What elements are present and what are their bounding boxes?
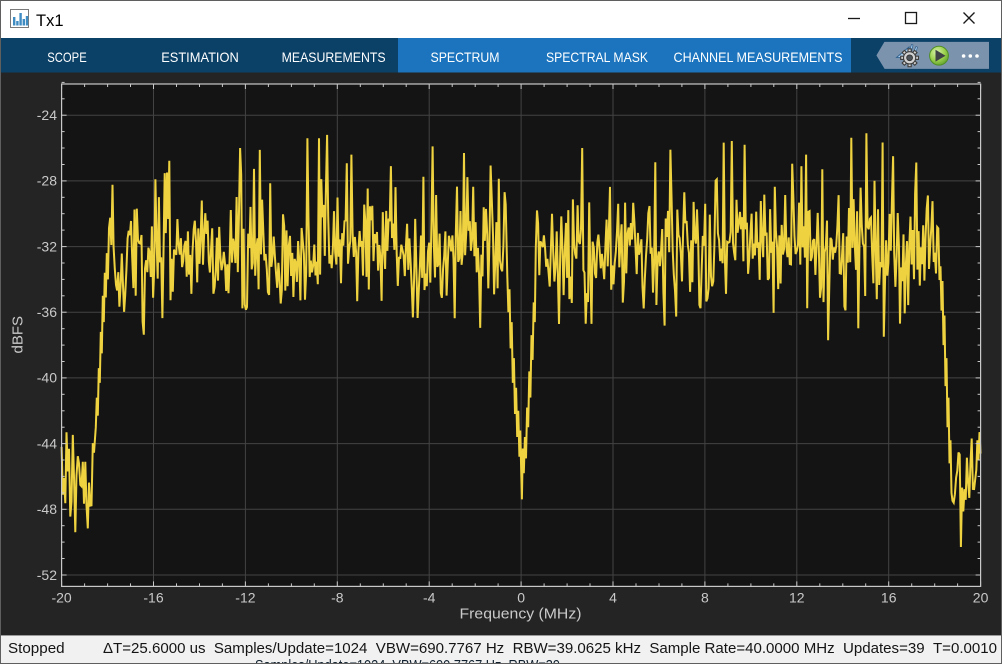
svg-text:8: 8: [701, 590, 709, 606]
svg-text:-4: -4: [423, 590, 436, 606]
svg-text:4: 4: [609, 590, 617, 606]
svg-text:-32: -32: [37, 238, 57, 254]
svg-text:-8: -8: [331, 590, 344, 606]
svg-text:CHANNEL MEASUREMENTS: CHANNEL MEASUREMENTS: [674, 50, 843, 65]
svg-text:-24: -24: [37, 107, 57, 123]
svg-text:ΔT=25.6000 us Samples/Update=: ΔT=25.6000 us Samples/Update=1024 VBW=69…: [103, 640, 997, 657]
svg-text:dBFS: dBFS: [9, 316, 26, 354]
svg-text:12: 12: [789, 590, 805, 606]
svg-text:-52: -52: [37, 567, 57, 583]
svg-text:Stopped: Stopped: [8, 640, 65, 657]
svg-text:ESTIMATION: ESTIMATION: [161, 50, 239, 65]
svg-text:-12: -12: [235, 590, 255, 606]
svg-text:16: 16: [881, 590, 897, 606]
svg-text:-40: -40: [37, 370, 57, 386]
svg-text:-48: -48: [37, 501, 57, 517]
svg-text:-28: -28: [37, 173, 57, 189]
svg-text:SPECTRAL MASK: SPECTRAL MASK: [546, 50, 648, 65]
svg-text:SCOPE: SCOPE: [47, 50, 86, 65]
svg-text:-16: -16: [143, 590, 163, 606]
svg-text:Tx1: Tx1: [36, 12, 64, 30]
svg-text:-20: -20: [51, 590, 71, 606]
svg-text:0: 0: [517, 590, 525, 606]
svg-text:SPECTRUM: SPECTRUM: [431, 50, 500, 65]
svg-text:20: 20: [973, 590, 989, 606]
svg-text:Frequency (MHz): Frequency (MHz): [460, 607, 582, 623]
svg-text:MEASUREMENTS: MEASUREMENTS: [282, 50, 386, 65]
svg-text:-36: -36: [37, 304, 57, 320]
svg-text:-44: -44: [37, 435, 57, 451]
